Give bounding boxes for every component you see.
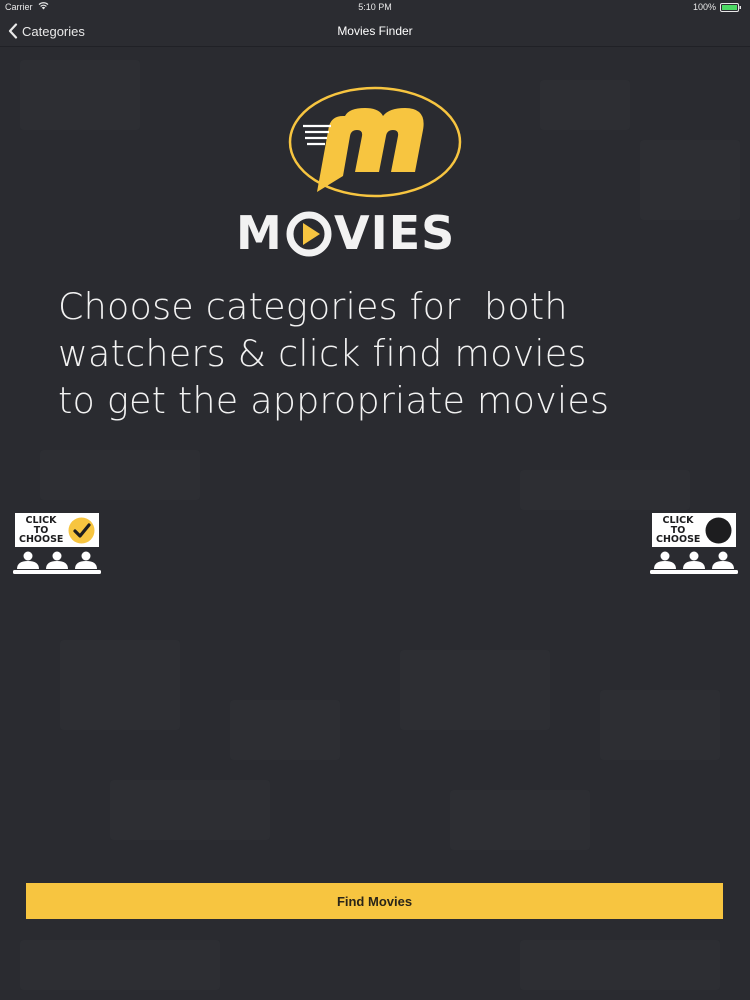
chevron-left-icon: [8, 23, 18, 39]
play-icon: [286, 211, 332, 257]
choose-label: CLICK TO CHOOSE: [19, 516, 63, 545]
battery-icon: [720, 3, 741, 12]
unchecked-circle-icon: [705, 517, 732, 544]
watcher-1-choose-button[interactable]: CLICK TO CHOOSE: [13, 513, 101, 577]
battery-percent: 100%: [692, 2, 716, 12]
movies-wordmark: M VIES: [236, 208, 516, 258]
status-bar: Carrier 5:10 PM 100%: [0, 0, 750, 14]
wordmark-prefix: M: [236, 206, 283, 260]
find-movies-button[interactable]: Find Movies: [26, 883, 723, 919]
audience-icon: [650, 551, 738, 574]
choose-label-line-3: CHOOSE: [656, 534, 701, 546]
back-button-label: Categories: [22, 23, 85, 39]
instructions-text: Choose categories for both watchers & cl…: [58, 283, 718, 424]
clock: 5:10 PM: [358, 2, 392, 12]
choose-label-line-3: CHOOSE: [19, 534, 64, 546]
audience-icon: [13, 551, 101, 574]
back-button[interactable]: Categories: [8, 22, 85, 40]
choose-label: CLICK TO CHOOSE: [656, 516, 700, 545]
navigation-bar: Categories Movies Finder: [0, 14, 750, 47]
wordmark-suffix: VIES: [334, 206, 456, 260]
choose-card: CLICK TO CHOOSE: [15, 513, 99, 547]
checkmark-icon: [68, 517, 95, 544]
instructions-line-1: Choose categories for both: [58, 285, 568, 328]
page-title: Movies Finder: [337, 24, 413, 38]
instructions-line-2: watchers & click find movies: [58, 332, 587, 375]
choose-card: CLICK TO CHOOSE: [652, 513, 736, 547]
instructions-line-3: to get the appropriate movies: [58, 379, 610, 422]
watcher-2-choose-button[interactable]: CLICK TO CHOOSE: [650, 513, 738, 577]
movies-logo-icon: [288, 86, 462, 198]
